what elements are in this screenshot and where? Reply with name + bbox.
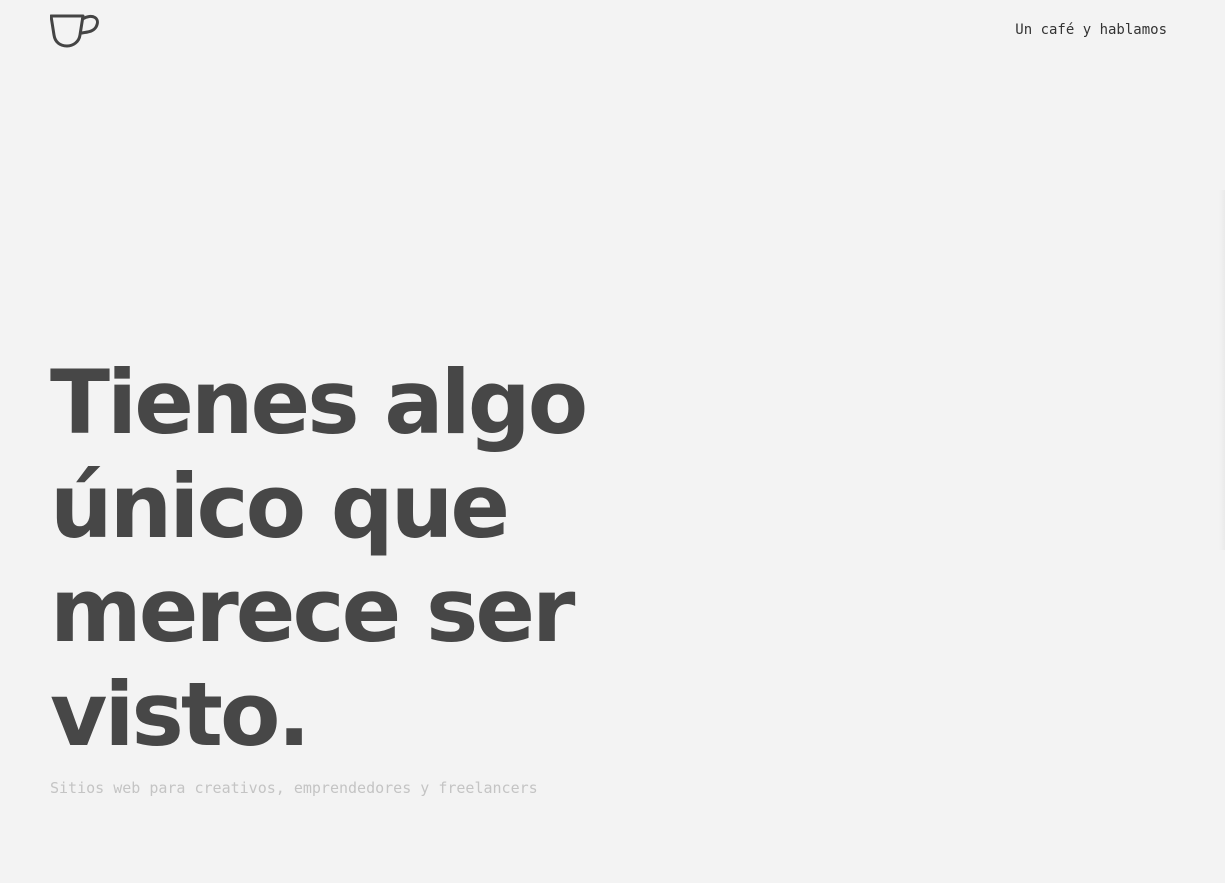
hero-title: Tienes algo único que merece ser visto. [50,351,750,767]
site-header: Un café y hablamos [50,12,1167,52]
coffee-cup-icon [50,12,100,52]
hero-title-line: visto. [50,663,311,766]
hero-subtitle: Sitios web para creativos, emprendedores… [50,779,538,797]
hero-title-line: único que [50,455,510,558]
hero-title-line: merece ser [50,559,575,662]
landing-page: Un café y hablamos Tienes algo único que… [0,0,1225,883]
edge-shadow [1219,190,1225,550]
contact-link[interactable]: Un café y hablamos [1015,22,1167,38]
logo-link[interactable] [50,12,100,52]
hero-title-line: Tienes algo [50,351,588,454]
hero-section: Tienes algo único que merece ser visto. … [50,351,750,798]
